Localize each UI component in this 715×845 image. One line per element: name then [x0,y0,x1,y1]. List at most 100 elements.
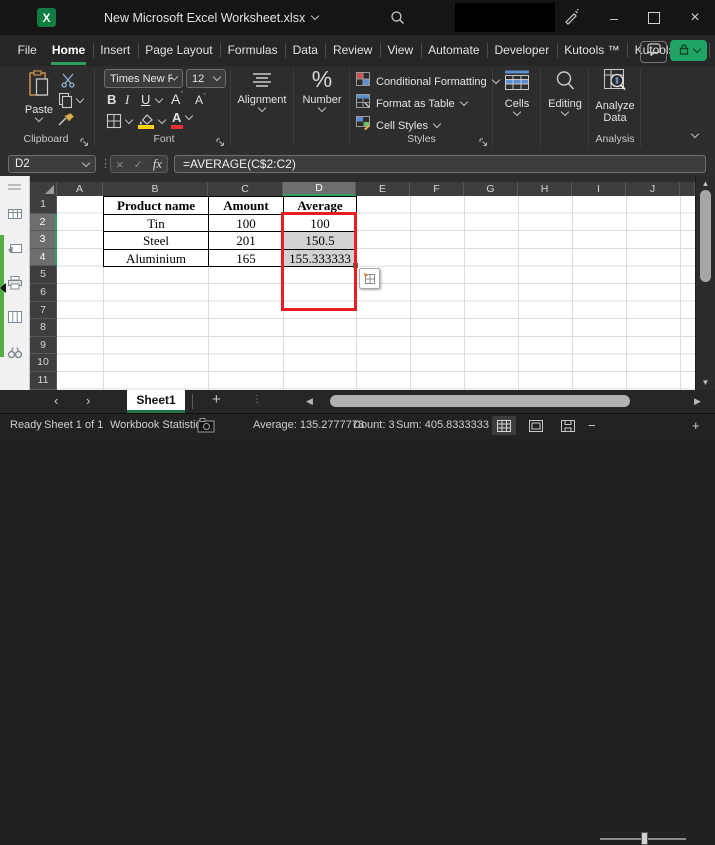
fill-color-button[interactable] [138,112,165,130]
ribbon-tab-view[interactable]: View [380,35,421,66]
print-pane-icon[interactable] [7,275,23,296]
horizontal-scroll-thumb[interactable] [330,395,630,407]
row-header-3[interactable]: 3 [30,231,57,249]
row-header-6[interactable]: 6 [30,284,57,302]
insert-function-fx-button[interactable]: fx [153,157,162,172]
ribbon-tab-developer[interactable]: Developer [487,35,557,66]
font-dialog-launcher-icon[interactable] [216,134,225,152]
number-group-button[interactable]: % Number [295,66,349,111]
column-header-c[interactable]: C [208,182,283,196]
row-header-9[interactable]: 9 [30,337,57,355]
status-average[interactable]: Average: 135.2777778 [253,419,364,431]
clipboard-dialog-launcher-icon[interactable] [80,134,89,152]
workbook-statistics-button[interactable]: Workbook Statistics [110,419,206,431]
italic-button[interactable]: I [125,92,129,108]
cell-b2[interactable]: Tin [104,215,209,233]
column-header-e[interactable]: E [356,182,410,196]
analyze-data-button[interactable]: Analyze Data [589,68,641,124]
hscroll-left-icon[interactable]: ◀ [306,396,313,407]
collapse-ribbon-chevron-icon[interactable] [691,130,699,138]
close-button[interactable]: × [675,0,715,35]
cell-b4[interactable]: Aluminium [104,250,209,268]
scroll-down-icon[interactable]: ▼ [696,378,715,387]
cell-c3[interactable]: 201 [209,232,284,250]
cancel-icon[interactable]: × [116,157,124,172]
row-header-7[interactable]: 7 [30,302,57,320]
cell-c4[interactable]: 165 [209,250,284,268]
formula-input[interactable]: =AVERAGE(C$2:C2) [174,155,706,173]
name-box[interactable]: D2 [8,155,96,173]
copy-button[interactable] [58,92,83,109]
column-header-k-partial[interactable] [680,182,695,196]
cell-b1[interactable]: Product name [104,197,209,215]
column-header-d[interactable]: D [283,182,356,196]
column-header-i[interactable]: I [572,182,626,196]
ribbon-tab-formulas[interactable]: Formulas [220,35,285,66]
column-header-h[interactable]: H [518,182,572,196]
row-header-1[interactable]: 1 [30,196,57,214]
ribbon-tab-page-layout[interactable]: Page Layout [138,35,220,66]
row-header-5[interactable]: 5 [30,266,57,284]
ribbon-tab-insert[interactable]: Insert [93,35,138,66]
draw-pen-icon[interactable] [563,9,580,31]
share-button[interactable] [670,40,707,61]
column-header-f[interactable]: F [410,182,464,196]
cells-group-button[interactable]: Cells [494,70,540,115]
ribbon-tab-file[interactable]: File [10,35,44,66]
borders-button[interactable] [106,113,132,129]
find-binoculars-icon[interactable] [7,344,23,365]
snap-pane-icon[interactable] [7,240,23,261]
pane-handle-icon[interactable] [8,184,21,186]
font-color-button[interactable]: A [172,110,192,125]
ribbon-tab-home[interactable]: Home [44,35,92,66]
screen-capture-icon[interactable] [197,418,215,438]
column-header-a[interactable]: A [57,182,103,196]
ribbon-tab-review[interactable]: Review [325,35,379,66]
format-painter-button[interactable] [57,112,75,133]
cell-b3[interactable]: Steel [104,232,209,250]
tab-splitter-dots-icon[interactable]: ⋮ [252,394,262,405]
zoom-in-button[interactable]: + [692,418,700,433]
row-header-11[interactable]: 11 [30,372,57,390]
decrease-font-button[interactable]: Aˇ [195,92,206,107]
cell-c1[interactable]: Amount [209,197,284,215]
alignment-group-button[interactable]: Alignment [232,72,292,111]
comments-button[interactable] [640,41,667,63]
columns-pane-icon[interactable] [7,309,23,330]
cut-button[interactable] [60,72,76,93]
status-count[interactable]: Count: 3 [353,419,395,431]
minimize-button[interactable]: – [594,0,634,35]
normal-view-button[interactable] [492,416,516,435]
cell-grid[interactable]: Product name Amount Average Tin 100 100 … [57,196,695,390]
column-header-j[interactable]: J [626,182,680,196]
document-title-area[interactable]: New Microsoft Excel Worksheet.xlsx [104,0,318,35]
new-sheet-button[interactable]: + [212,391,221,408]
zoom-slider-thumb[interactable] [641,832,648,845]
enter-check-icon[interactable]: ✓ [134,158,143,171]
ribbon-tab-help[interactable]: Help [709,35,715,66]
autofill-options-button[interactable] [359,268,380,289]
hscroll-right-icon[interactable]: ▶ [694,396,701,407]
paste-button[interactable]: Paste [16,70,62,121]
ribbon-tab-kutools[interactable]: Kutools ™ [557,35,627,66]
page-break-view-button[interactable] [556,416,580,435]
column-header-b[interactable]: B [103,182,208,196]
font-name-combo[interactable]: Times New Ro [104,69,183,88]
status-sum[interactable]: Sum: 405.8333333 [396,419,489,431]
font-size-combo[interactable]: 12 [186,69,226,88]
row-header-10[interactable]: 10 [30,354,57,372]
scroll-up-icon[interactable]: ▲ [696,179,715,188]
format-as-table-button[interactable]: Format as Table [356,94,467,113]
page-layout-view-button[interactable] [524,416,548,435]
cell-c2[interactable]: 100 [209,215,284,233]
increase-font-button[interactable]: Aˆ [171,90,183,107]
bold-button[interactable]: B [107,92,116,107]
sheet-tab-sheet1[interactable]: Sheet1 [127,390,185,413]
styles-dialog-launcher-icon[interactable] [479,134,488,152]
maximize-button[interactable] [634,0,674,35]
conditional-formatting-button[interactable]: Conditional Formatting [356,72,499,91]
zoom-out-button[interactable]: − [588,418,596,433]
title-chevron-down-icon[interactable] [311,12,319,20]
underline-chevron-icon[interactable] [155,95,163,103]
pane-collapse-arrow-icon[interactable] [0,283,6,293]
